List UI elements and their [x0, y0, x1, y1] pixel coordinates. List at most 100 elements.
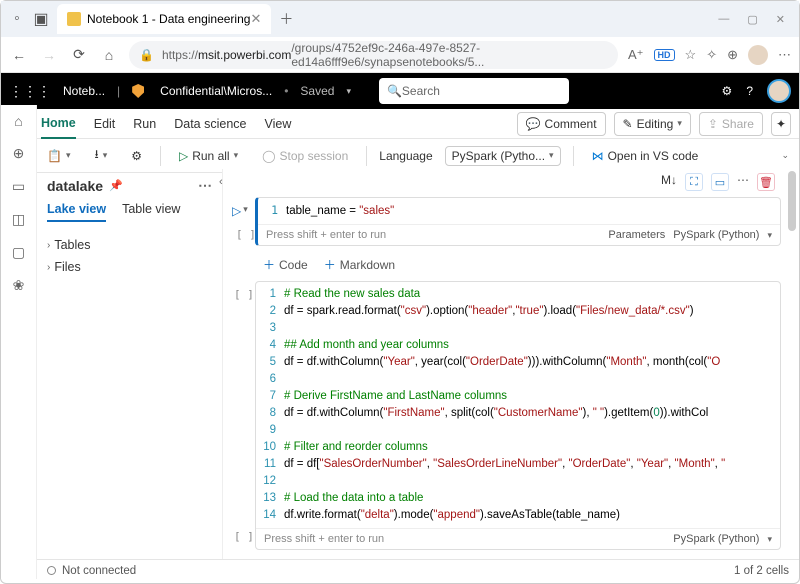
lakehouse-sidebar: datalake 📌 ⋯ Lake view Table view ›Table…: [37, 169, 223, 559]
markdown-toggle-icon[interactable]: M↓: [661, 173, 677, 191]
tab-home[interactable]: Home: [41, 109, 76, 139]
execution-indicator: [ ]: [234, 530, 254, 543]
reading-icon[interactable]: A⁺: [628, 47, 644, 63]
add-code-cell-button[interactable]: ＋Code: [263, 256, 308, 273]
profile-avatar-icon[interactable]: [748, 45, 768, 65]
collections-icon[interactable]: ⊕: [727, 47, 738, 63]
sidebar-collapse-icon[interactable]: ‹: [219, 176, 223, 188]
expand-icon[interactable]: ⛶: [685, 173, 703, 191]
delete-cell-icon[interactable]: 🗑: [757, 173, 775, 191]
sidebar-more-icon[interactable]: ⋯: [198, 177, 212, 194]
main-area: datalake 📌 ⋯ Lake view Table view ›Table…: [37, 169, 799, 559]
rail-onelake-icon[interactable]: ◫: [12, 211, 25, 228]
rail-browse-icon[interactable]: ▭: [12, 178, 25, 195]
chevron-right-icon: ›: [47, 240, 50, 251]
ribbon-tabs: Home Edit Run Data science View 💬Comment…: [1, 109, 799, 139]
browser-tab[interactable]: Notebook 1 - Data engineering ✕: [57, 4, 271, 34]
ribbon-collapse-icon[interactable]: ⌄: [781, 150, 789, 161]
scrollbar[interactable]: [788, 171, 796, 231]
cell-lang[interactable]: PySpark (Python): [673, 533, 759, 545]
code-editor[interactable]: # Read the new sales datadf = spark.read…: [284, 282, 780, 528]
cell-action-bar: M↓ ⛶ ▭ ⋯ 🗑: [229, 169, 781, 195]
tree-tables[interactable]: ›Tables: [47, 234, 212, 256]
more-icon[interactable]: ⋯: [778, 47, 791, 63]
parameters-label[interactable]: Parameters: [608, 229, 665, 241]
code-cell-2[interactable]: [ ] [ ] 1234567891011121314 # Read the n…: [255, 281, 781, 550]
table-view-tab[interactable]: Table view: [122, 202, 180, 222]
pin-icon[interactable]: 📌: [109, 179, 123, 192]
back-icon[interactable]: ←: [9, 47, 29, 63]
minimize-icon[interactable]: ―: [718, 13, 729, 26]
run-all-button[interactable]: ▷Run all▾: [173, 144, 244, 168]
code-cell-1[interactable]: ▷▾ [ ] 1 table_name = "sales" Press shif…: [255, 197, 781, 246]
tab-title: Notebook 1 - Data engineering: [87, 12, 250, 26]
run-menu-icon[interactable]: ▾: [243, 204, 248, 218]
stop-icon: ◯: [262, 149, 275, 163]
rail-create-icon[interactable]: ⊕: [13, 145, 25, 162]
vscode-icon: ⋈: [592, 149, 604, 163]
add-markdown-cell-button[interactable]: ＋Markdown: [324, 256, 395, 273]
maximize-icon[interactable]: ▢: [747, 13, 757, 26]
language-label: Language: [379, 149, 432, 163]
download-button[interactable]: ⭳▾: [88, 144, 113, 168]
star-icon[interactable]: ☆: [685, 47, 697, 63]
settings-gear-button[interactable]: ⚙: [125, 144, 148, 168]
execution-indicator: [ ]: [236, 228, 256, 241]
add-cell-row: ＋Code ＋Markdown: [229, 252, 781, 279]
paste-button[interactable]: 📋▾: [41, 144, 76, 168]
chevron-right-icon: ›: [47, 262, 50, 273]
profile-icon[interactable]: ◦: [5, 10, 29, 28]
tree-files[interactable]: ›Files: [47, 256, 212, 278]
comment-button[interactable]: 💬Comment: [517, 112, 606, 136]
sensitivity-shield-icon: [132, 84, 144, 98]
run-hint: Press shift + enter to run: [266, 229, 386, 241]
new-tab-button[interactable]: ＋: [279, 9, 293, 29]
lakehouse-title[interactable]: datalake 📌 ⋯: [47, 177, 212, 194]
lake-view-tab[interactable]: Lake view: [47, 202, 106, 222]
saved-chevron-icon[interactable]: ▾: [346, 86, 351, 97]
user-avatar-icon[interactable]: [767, 79, 791, 103]
hd-badge-icon[interactable]: HD: [654, 49, 675, 61]
close-tab-icon[interactable]: ✕: [250, 11, 261, 27]
refresh-icon[interactable]: ⟳: [69, 46, 89, 63]
settings-icon[interactable]: ⚙: [722, 84, 733, 98]
cell-more-icon[interactable]: ⋯: [737, 173, 749, 191]
fabric-header: ⋮⋮⋮ Noteb... | Confidential\Micros... • …: [1, 73, 799, 109]
window-controls: ― ▢ ✕: [718, 13, 795, 26]
breadcrumb-workspace[interactable]: Noteb...: [63, 84, 105, 98]
share-icon: ⇪: [708, 117, 718, 131]
stop-session-button: ◯Stop session: [256, 144, 354, 168]
editing-mode-button[interactable]: ✎Editing▾: [614, 112, 691, 136]
execution-indicator: [ ]: [234, 288, 254, 301]
copilot-button[interactable]: ✦: [771, 112, 791, 136]
notebook-canvas: M↓ ⛶ ▭ ⋯ 🗑 ▷▾ [ ] 1 table_name = "sales"…: [223, 169, 799, 559]
rail-monitor-icon[interactable]: ▢: [12, 244, 25, 261]
language-dropdown[interactable]: PySpark (Pytho...▾: [445, 146, 561, 166]
app-launcher-icon[interactable]: ⋮⋮⋮: [9, 83, 51, 100]
tabs-overview-icon[interactable]: ▣: [29, 9, 53, 29]
forward-icon: →: [39, 47, 59, 63]
search-input[interactable]: 🔍 Search: [379, 78, 569, 104]
code-editor[interactable]: table_name = "sales": [286, 198, 780, 224]
output-icon[interactable]: ▭: [711, 173, 729, 191]
tab-view[interactable]: View: [264, 117, 291, 131]
favorites-icon[interactable]: ✧: [706, 47, 717, 63]
tab-run[interactable]: Run: [133, 117, 156, 131]
close-window-icon[interactable]: ✕: [776, 13, 785, 26]
connection-status-icon: [47, 566, 56, 575]
browser-address-bar: ← → ⟳ ⌂ 🔒 https://msit.powerbi.com/group…: [1, 37, 799, 73]
rail-workspaces-icon[interactable]: ❀: [13, 277, 25, 294]
tab-edit[interactable]: Edit: [94, 117, 116, 131]
open-vscode-button[interactable]: ⋈Open in VS code: [586, 144, 705, 168]
share-button: ⇪Share: [699, 112, 763, 136]
tab-data-science[interactable]: Data science: [174, 117, 246, 131]
comment-icon: 💬: [526, 117, 541, 131]
home-icon[interactable]: ⌂: [99, 47, 119, 63]
help-icon[interactable]: ?: [746, 84, 753, 98]
url-input[interactable]: 🔒 https://msit.powerbi.com/groups/4752ef…: [129, 41, 618, 69]
run-cell-icon[interactable]: ▷: [232, 204, 241, 218]
left-nav-rail: ⌂ ⊕ ▭ ◫ ▢ ❀: [1, 105, 37, 579]
sensitivity-label[interactable]: Confidential\Micros...: [160, 84, 272, 98]
cell-lang[interactable]: PySpark (Python): [673, 229, 759, 241]
rail-home-icon[interactable]: ⌂: [14, 113, 22, 129]
